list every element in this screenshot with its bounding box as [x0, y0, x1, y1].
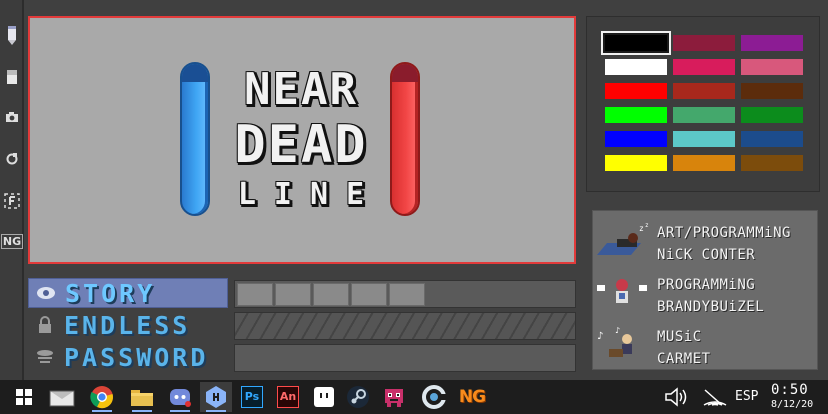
wifi-icon[interactable]	[700, 382, 730, 412]
ng-logo-label: NG	[0, 233, 24, 249]
color-swatch[interactable]	[741, 59, 803, 75]
color-swatch[interactable]	[741, 131, 803, 147]
tool-strip: NG	[0, 0, 24, 380]
color-swatch[interactable]	[605, 83, 667, 99]
stack-icon	[34, 346, 56, 368]
credit-role: ART/PROGRAMMiNG	[657, 225, 791, 241]
main-menu: STORY ENDLESS PASSWORD	[28, 276, 576, 374]
menu-row-endless: ENDLESS	[28, 310, 576, 340]
musician-icon: ♪ ♪	[595, 325, 653, 361]
color-swatch[interactable]	[605, 59, 667, 75]
cclean-icon[interactable]	[418, 382, 450, 412]
clock-date[interactable]: 8/12/20	[771, 399, 813, 410]
language-indicator[interactable]: ESP	[735, 389, 758, 404]
progress-slot	[351, 283, 387, 306]
ng-logo-icon[interactable]: NG	[0, 230, 24, 252]
logo-word-dead: DEAD	[234, 115, 368, 175]
password-field[interactable]	[234, 344, 576, 372]
credit-name: CARMET	[657, 351, 711, 367]
endless-button[interactable]: ENDLESS	[28, 310, 228, 340]
eye-icon	[35, 282, 57, 304]
game-canvas[interactable]: NEAR DEAD LINE	[28, 16, 576, 264]
color-swatch[interactable]	[741, 155, 803, 171]
progress-slot	[237, 283, 273, 306]
file-explorer-icon[interactable]	[126, 382, 158, 412]
photoshop-icon[interactable]: Ps	[236, 382, 268, 412]
story-progress-bar	[234, 280, 576, 308]
credit-role: PROGRAMMiNG	[657, 277, 756, 293]
discord-icon[interactable]	[164, 382, 196, 412]
red-capsule-graphic	[390, 62, 420, 216]
endless-locked-bar	[234, 312, 576, 340]
clock-time[interactable]: 0:50	[771, 382, 809, 398]
newgrounds-icon[interactable]: NG	[456, 382, 488, 412]
svg-text:z: z	[639, 224, 644, 233]
eraser-icon[interactable]	[2, 66, 22, 88]
taskbar: Ps An NG ESP 0:50 8/12/20	[0, 380, 828, 414]
credit-role: MUSiC	[657, 329, 702, 345]
endless-label: ENDLESS	[64, 310, 191, 340]
color-swatch[interactable]	[673, 35, 735, 51]
menu-row-story: STORY	[28, 278, 576, 308]
color-swatch[interactable]	[673, 83, 735, 99]
color-swatch[interactable]	[673, 131, 735, 147]
svg-text:♪: ♪	[615, 326, 620, 335]
color-swatch[interactable]	[605, 107, 667, 123]
newgrounds-label: NG	[458, 387, 486, 407]
blue-capsule-graphic	[180, 62, 210, 216]
volume-icon[interactable]	[662, 382, 692, 412]
credit-entry: ♪ ♪ MUSiC CARMET	[593, 319, 819, 367]
color-palette	[586, 16, 820, 192]
color-swatch[interactable]	[741, 83, 803, 99]
steam-icon[interactable]	[342, 382, 374, 412]
progress-slot	[275, 283, 311, 306]
f-frame-icon[interactable]	[2, 190, 22, 212]
photoshop-label: Ps	[241, 386, 263, 408]
hexcode-app-icon[interactable]	[200, 382, 232, 412]
logo-word-line: LINE	[237, 177, 383, 212]
reset-icon[interactable]	[2, 148, 22, 170]
credit-name: NiCK CONTER	[657, 247, 756, 263]
story-label: STORY	[65, 278, 156, 308]
gamepad-app-icon[interactable]	[308, 382, 340, 412]
progress-slot	[313, 283, 349, 306]
progress-slot	[389, 283, 425, 306]
color-swatch[interactable]	[741, 35, 803, 51]
chrome-icon[interactable]	[86, 382, 118, 412]
animate-icon[interactable]: An	[272, 382, 304, 412]
mail-icon[interactable]	[46, 382, 78, 412]
color-swatch[interactable]	[603, 33, 669, 53]
color-swatch[interactable]	[605, 131, 667, 147]
pixel-creature-icon[interactable]	[378, 382, 410, 412]
menu-row-password: PASSWORD	[28, 342, 576, 372]
sleeping-artist-icon: zz	[595, 221, 653, 257]
windows-start-icon[interactable]	[8, 382, 40, 412]
svg-text:z: z	[645, 222, 649, 229]
animate-label: An	[277, 386, 299, 408]
color-swatch[interactable]	[673, 155, 735, 171]
logo-word-near: NEAR	[244, 64, 358, 115]
password-label: PASSWORD	[64, 342, 209, 372]
pencil-icon[interactable]	[2, 24, 22, 46]
credits-panel: zz ART/PROGRAMMiNG NiCK CONTER PROGRAMMi…	[592, 210, 818, 370]
lock-icon	[34, 314, 56, 336]
password-button[interactable]: PASSWORD	[28, 342, 228, 372]
credit-name: BRANDYBUiZEL	[657, 299, 765, 315]
color-swatch[interactable]	[741, 107, 803, 123]
svg-text:♪: ♪	[597, 331, 603, 342]
story-button[interactable]: STORY	[28, 278, 228, 308]
color-swatch[interactable]	[673, 59, 735, 75]
credit-entry: zz ART/PROGRAMMiNG NiCK CONTER	[593, 215, 819, 263]
camera-icon[interactable]	[2, 106, 22, 128]
programmer-icon	[595, 273, 653, 309]
color-swatch[interactable]	[605, 155, 667, 171]
color-swatch[interactable]	[673, 107, 735, 123]
credit-entry: PROGRAMMiNG BRANDYBUiZEL	[593, 267, 819, 315]
